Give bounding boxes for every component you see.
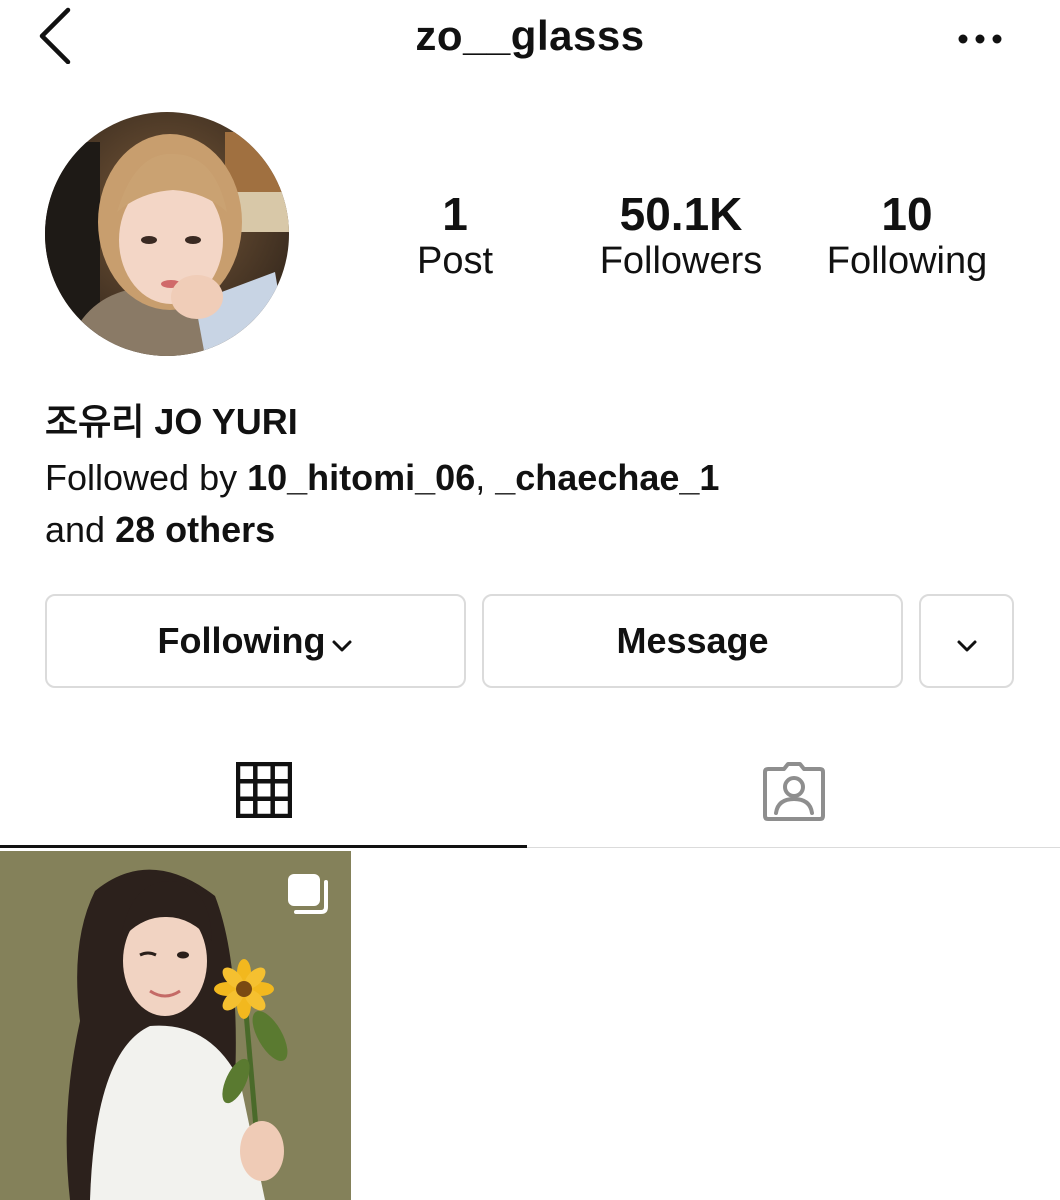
ellipsis-icon[interactable]: [955, 22, 1005, 56]
mutual-followers-others[interactable]: 28 others: [115, 509, 275, 550]
followed-by-and: and: [45, 509, 116, 550]
following-button[interactable]: Following: [45, 594, 466, 688]
post-thumbnail[interactable]: [0, 851, 351, 1200]
top-bar: zo__glasss: [0, 0, 1060, 80]
tab-posts-grid[interactable]: [0, 740, 527, 848]
display-name: 조유리 JO YURI: [45, 401, 298, 442]
followed-by-prefix: Followed by: [45, 457, 248, 498]
profile-avatar[interactable]: [45, 112, 289, 356]
followers-label: Followers: [599, 240, 763, 282]
profile-username: zo__glasss: [415, 12, 645, 59]
mutual-follower-2[interactable]: _chaechae_1: [495, 457, 719, 498]
followed-by-text[interactable]: Followed by 10_hitomi_06, _chaechae_1 an…: [45, 452, 945, 556]
followers-number: 50.1K: [619, 188, 743, 240]
message-button-label: Message: [616, 620, 769, 661]
tagged-person-icon: [762, 761, 826, 826]
posts-number: 1: [442, 188, 468, 240]
following-count[interactable]: 10 Following: [807, 188, 1007, 284]
following-button-label: Following: [157, 620, 326, 661]
chevron-down-icon: [956, 620, 978, 662]
message-button[interactable]: Message: [482, 594, 903, 688]
grid-icon: [235, 761, 292, 823]
posts-count[interactable]: 1 Post: [355, 188, 555, 284]
posts-label: Post: [416, 240, 494, 282]
tab-tagged[interactable]: [527, 740, 1060, 848]
mutual-follower-1[interactable]: 10_hitomi_06: [247, 457, 475, 498]
multiple-photos-icon: [285, 871, 331, 922]
following-number: 10: [881, 188, 933, 240]
followed-by-separator: ,: [475, 457, 496, 498]
chevron-down-icon: [331, 620, 353, 662]
suggested-accounts-button[interactable]: [919, 594, 1014, 688]
followers-count[interactable]: 50.1K Followers: [581, 188, 781, 284]
following-label: Following: [826, 240, 988, 282]
